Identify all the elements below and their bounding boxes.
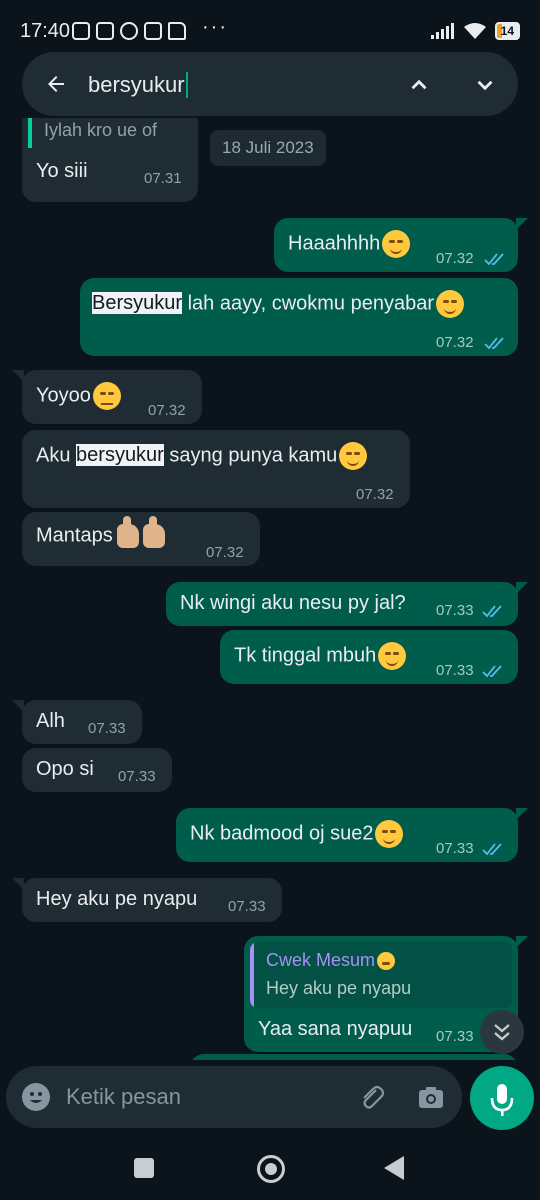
quote-bar	[28, 118, 32, 148]
battery-indicator: 14	[494, 22, 520, 40]
message-time: 07.33	[436, 840, 474, 857]
date-chip: 18 Juli 2023	[210, 130, 326, 166]
reply-bar	[250, 942, 254, 1008]
whatsapp-icon	[120, 22, 138, 40]
message-outgoing[interactable]: Nk badmood oj sue2 07.33	[176, 808, 518, 862]
search-input[interactable]: bersyukur	[88, 72, 188, 98]
message-composer: Ketik pesan	[6, 1066, 462, 1128]
message-input[interactable]: Ketik pesan	[66, 1084, 181, 1110]
back-button[interactable]	[384, 1156, 404, 1180]
read-ticks-icon	[482, 605, 502, 618]
wifi-icon	[463, 23, 486, 39]
unamused-emoji-icon	[377, 952, 396, 971]
message-incoming[interactable]: Hey aku pe nyapu 07.33	[22, 878, 282, 922]
status-bar: 17:40 ··· 14	[0, 0, 540, 52]
bubble-tail	[516, 218, 528, 230]
smile-emoji-icon	[339, 442, 368, 470]
message-time: 07.33	[88, 720, 126, 737]
message-outgoing[interactable]	[190, 1054, 518, 1060]
nfc-icon	[96, 22, 114, 40]
reply-text: Hey aku pe nyapu	[266, 978, 412, 998]
message-text: Yo siii	[36, 160, 88, 182]
message-text: Tk tinggal mbuh	[234, 642, 407, 670]
message-time: 07.31	[144, 170, 182, 187]
message-time: 07.32	[356, 486, 394, 503]
read-ticks-icon	[484, 337, 504, 350]
quoted-text: Iylah kro ue of	[44, 120, 158, 140]
chat-area: 18 Juli 2023 Iylah kro ue of Yo siii 07.…	[0, 118, 540, 1060]
message-text: Yoyoo	[36, 382, 121, 410]
read-ticks-icon	[482, 665, 502, 678]
message-text: Nk wingi aku nesu py jal?	[180, 592, 406, 614]
message-time: 07.33	[436, 662, 474, 679]
search-highlight: Bersyukur	[92, 292, 183, 315]
message-time: 07.32	[436, 334, 474, 351]
system-nav-bar	[0, 1134, 540, 1200]
message-time: 07.32	[206, 544, 244, 561]
message-text: Bersyukur lah aayy, cwokmu penyabar	[92, 290, 465, 318]
message-outgoing[interactable]: Nk wingi aku nesu py jal? 07.33	[166, 582, 518, 626]
home-button[interactable]	[257, 1155, 285, 1183]
message-text: Nk badmood oj sue2	[190, 820, 404, 848]
smile-emoji-icon	[375, 820, 404, 848]
message-incoming[interactable]: Opo si 07.33	[22, 748, 172, 792]
message-outgoing[interactable]: Cwek Mesum Hey aku pe nyapu Yaa sana nya…	[244, 936, 518, 1052]
message-time: 07.33	[436, 1028, 474, 1045]
search-highlight: bersyukur	[76, 444, 164, 467]
double-chevron-down-icon	[494, 1024, 510, 1041]
message-incoming[interactable]: Mantaps 07.32	[22, 512, 260, 566]
message-time: 07.32	[148, 402, 186, 419]
search-bar: bersyukur	[22, 52, 518, 116]
smile-emoji-icon	[378, 642, 407, 670]
status-time: 17:40	[20, 20, 71, 42]
message-incoming[interactable]: Yoyoo 07.32	[22, 370, 202, 424]
chevron-down-icon[interactable]	[472, 72, 498, 98]
message-text: Alh	[36, 710, 65, 732]
camera-icon[interactable]	[416, 1082, 446, 1112]
message-outgoing[interactable]: Haaahhhh 07.32	[274, 218, 518, 272]
message-outgoing[interactable]: Tk tinggal mbuh 07.33	[220, 630, 518, 684]
message-outgoing[interactable]: Bersyukur lah aayy, cwokmu penyabar 07.3…	[80, 278, 518, 356]
file-icon	[168, 22, 186, 40]
signal-icon	[430, 23, 454, 39]
bubble-tail	[516, 582, 528, 594]
message-text: Mantaps	[36, 516, 165, 548]
mic-button[interactable]	[470, 1066, 534, 1130]
bubble-tail	[516, 936, 528, 948]
read-ticks-icon	[482, 843, 502, 856]
reply-preview[interactable]: Cwek Mesum Hey aku pe nyapu	[250, 942, 512, 1008]
message-text: Yaa sana nyapuu	[258, 1018, 413, 1040]
relieved-emoji-icon	[382, 230, 411, 258]
recents-button[interactable]	[134, 1158, 154, 1178]
message-text: Haaahhhh	[288, 230, 411, 258]
message-time: 07.33	[436, 602, 474, 619]
back-arrow-icon[interactable]	[44, 72, 68, 96]
emoji-icon[interactable]	[22, 1083, 50, 1111]
mute-icon	[72, 22, 90, 40]
message-time: 07.32	[436, 250, 474, 267]
smile-emoji-icon	[436, 290, 465, 318]
chevron-up-icon[interactable]	[406, 72, 432, 98]
message-incoming[interactable]: Iylah kro ue of Yo siii 07.31	[22, 118, 198, 202]
thumbs-up-icon	[142, 516, 165, 548]
message-incoming[interactable]: Alh 07.33	[22, 700, 142, 744]
message-text: Hey aku pe nyapu	[36, 888, 198, 910]
more-notifications-icon: ···	[202, 16, 228, 38]
thumbs-up-icon	[116, 516, 139, 548]
read-ticks-icon	[484, 253, 504, 266]
scroll-to-bottom-button[interactable]	[480, 1010, 524, 1054]
app-icon	[144, 22, 162, 40]
expressionless-emoji-icon	[92, 382, 121, 410]
message-time: 07.33	[228, 898, 266, 915]
message-text: Aku bersyukur sayng punya kamu	[36, 442, 368, 470]
attach-icon[interactable]	[356, 1082, 386, 1112]
mic-icon	[490, 1084, 514, 1116]
message-text: Opo si	[36, 758, 94, 780]
notification-icons	[72, 22, 186, 40]
message-time: 07.33	[118, 768, 156, 785]
message-incoming[interactable]: Aku bersyukur sayng punya kamu 07.32	[22, 430, 410, 508]
reply-sender: Cwek Mesum	[266, 950, 396, 971]
bubble-tail	[516, 808, 528, 820]
